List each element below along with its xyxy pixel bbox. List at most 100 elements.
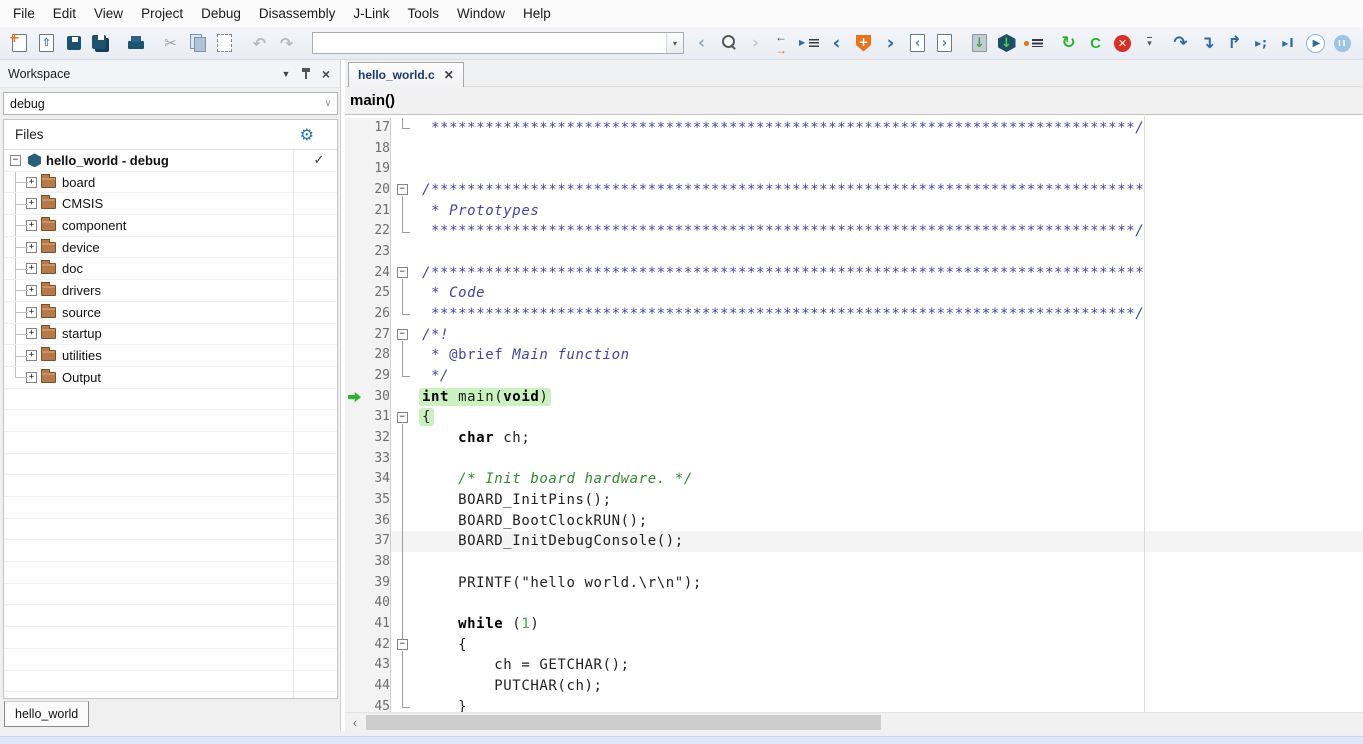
breakpoint-gutter[interactable] bbox=[345, 201, 365, 222]
undo-icon[interactable]: ↶ bbox=[246, 30, 273, 56]
break-icon[interactable]: C bbox=[1082, 30, 1109, 56]
step-over-icon[interactable]: ↷ bbox=[1167, 30, 1194, 56]
step-into-icon[interactable]: ↴ bbox=[1194, 30, 1221, 56]
tree-item-output[interactable]: +Output bbox=[4, 367, 337, 389]
save-icon[interactable] bbox=[60, 30, 87, 56]
fold-collapse-icon[interactable]: − bbox=[397, 184, 408, 195]
navigate-back-icon[interactable]: ‹ bbox=[823, 30, 850, 56]
menu-debug[interactable]: Debug bbox=[192, 0, 250, 27]
document-tab[interactable]: hello_world.c ✕ bbox=[348, 62, 464, 87]
toggle-breakpoint-shield-icon[interactable]: + bbox=[850, 30, 877, 56]
menu-project[interactable]: Project bbox=[132, 0, 192, 27]
open-document-icon[interactable]: ⇧ bbox=[33, 30, 60, 56]
stop-debugging-icon[interactable]: ✕ bbox=[1109, 30, 1136, 56]
tree-item-drivers[interactable]: +drivers bbox=[4, 280, 337, 302]
redo-icon[interactable]: ↷ bbox=[273, 30, 300, 56]
fold-collapse-icon[interactable]: − bbox=[397, 412, 408, 423]
navigate-forward-icon[interactable]: › bbox=[877, 30, 904, 56]
tree-item-device[interactable]: +device bbox=[4, 237, 337, 259]
previous-document-icon[interactable]: ‹ bbox=[904, 30, 931, 56]
menu-tools[interactable]: Tools bbox=[398, 0, 448, 27]
tree-item-utilities[interactable]: +utilities bbox=[4, 345, 337, 367]
configuration-dropdown[interactable]: debug ∨ bbox=[3, 92, 338, 115]
next-statement-icon[interactable]: ▸; bbox=[1248, 30, 1275, 56]
tree-item-project[interactable]: −hello_world - debug✓ bbox=[4, 150, 337, 172]
breakpoint-gutter[interactable] bbox=[345, 469, 365, 490]
chevron-down-icon[interactable]: ▾ bbox=[666, 33, 683, 53]
menu-file[interactable]: File bbox=[4, 0, 44, 27]
paste-icon[interactable] bbox=[211, 30, 238, 56]
gear-icon[interactable]: ⚙ bbox=[300, 125, 337, 144]
breakpoint-gutter[interactable] bbox=[345, 428, 365, 449]
cut-icon[interactable]: ✂ bbox=[157, 30, 184, 56]
print-icon[interactable] bbox=[122, 30, 149, 56]
tree-item-cmsis[interactable]: +CMSIS bbox=[4, 193, 337, 215]
breakpoint-gutter[interactable] bbox=[345, 593, 365, 614]
breakpoint-gutter[interactable] bbox=[345, 263, 365, 284]
fold-marker[interactable]: − bbox=[395, 325, 411, 346]
scrollbar-thumb[interactable] bbox=[366, 715, 881, 730]
search-icon[interactable] bbox=[715, 30, 742, 56]
new-document-icon[interactable]: + bbox=[6, 30, 33, 56]
fold-collapse-icon[interactable]: − bbox=[397, 639, 408, 650]
collapse-box-icon[interactable]: − bbox=[10, 155, 21, 166]
breakpoint-gutter[interactable] bbox=[345, 449, 365, 470]
tree-item-component[interactable]: +component bbox=[4, 215, 337, 237]
download-icon[interactable]: ↓ bbox=[966, 30, 993, 56]
breakpoint-gutter[interactable] bbox=[345, 180, 365, 201]
tree-item-board[interactable]: +board bbox=[4, 172, 337, 194]
breakpoint-gutter[interactable] bbox=[345, 655, 365, 676]
breakpoint-gutter[interactable] bbox=[345, 118, 365, 139]
breakpoint-gutter[interactable] bbox=[345, 325, 365, 346]
toolbar-overflow-button[interactable]: ▾ bbox=[1136, 30, 1163, 56]
fold-marker[interactable]: − bbox=[395, 180, 411, 201]
download-and-debug-icon[interactable]: ↓ bbox=[993, 30, 1020, 56]
copy-icon[interactable] bbox=[184, 30, 211, 56]
breakpoint-gutter[interactable] bbox=[345, 573, 365, 594]
breakpoint-gutter[interactable] bbox=[345, 283, 365, 304]
close-icon[interactable]: × bbox=[316, 64, 336, 84]
menu-view[interactable]: View bbox=[85, 0, 132, 27]
close-icon[interactable]: ✕ bbox=[444, 68, 454, 82]
chevron-down-icon[interactable]: ▼ bbox=[276, 64, 296, 84]
fold-marker[interactable]: − bbox=[395, 263, 411, 284]
breakpoint-gutter[interactable] bbox=[345, 387, 365, 408]
save-all-icon[interactable] bbox=[87, 30, 114, 56]
breakpoint-gutter[interactable] bbox=[345, 242, 365, 263]
breakpoint-gutter[interactable] bbox=[345, 697, 365, 712]
breakpoint-gutter[interactable] bbox=[345, 407, 365, 428]
run-to-cursor-icon[interactable]: ▸I bbox=[1275, 30, 1302, 56]
find-combobox[interactable]: ▾ bbox=[312, 32, 684, 54]
breakpoint-gutter[interactable] bbox=[345, 511, 365, 532]
tree-item-source[interactable]: +source bbox=[4, 302, 337, 324]
workspace-tab-hello-world[interactable]: hello_world bbox=[4, 701, 89, 727]
fold-collapse-icon[interactable]: − bbox=[397, 267, 408, 278]
breakpoint-gutter[interactable] bbox=[345, 635, 365, 656]
tree-item-doc[interactable]: +doc bbox=[4, 258, 337, 280]
menu-disassembly[interactable]: Disassembly bbox=[250, 0, 345, 27]
reset-target-icon[interactable]: ⇤ bbox=[1356, 30, 1363, 56]
debug-options-list-icon[interactable] bbox=[1020, 30, 1047, 56]
breakpoint-gutter[interactable] bbox=[345, 159, 365, 180]
tree-item-startup[interactable]: +startup bbox=[4, 324, 337, 346]
pin-icon[interactable] bbox=[296, 64, 316, 84]
menu-j-link[interactable]: J-Link bbox=[344, 0, 398, 27]
go-icon[interactable]: ▶ bbox=[1302, 30, 1329, 56]
breakpoint-gutter[interactable] bbox=[345, 490, 365, 511]
breakpoint-gutter[interactable] bbox=[345, 221, 365, 242]
fold-collapse-icon[interactable]: − bbox=[397, 329, 408, 340]
menu-help[interactable]: Help bbox=[514, 0, 560, 27]
breakpoint-gutter[interactable] bbox=[345, 366, 365, 387]
swap-arrows-icon[interactable] bbox=[769, 30, 796, 56]
reset-icon[interactable]: ↻ bbox=[1055, 30, 1082, 56]
fold-marker[interactable]: − bbox=[395, 407, 411, 428]
function-navigation-bar[interactable]: main() bbox=[345, 87, 1363, 115]
breakpoint-gutter[interactable] bbox=[345, 304, 365, 325]
menu-edit[interactable]: Edit bbox=[44, 0, 85, 27]
next-document-icon[interactable]: › bbox=[931, 30, 958, 56]
fold-marker[interactable]: − bbox=[395, 635, 411, 656]
code-editor[interactable]: 17 *************************************… bbox=[345, 116, 1363, 712]
find-previous-icon[interactable]: ‹ bbox=[688, 30, 715, 56]
step-out-icon[interactable]: ↱ bbox=[1221, 30, 1248, 56]
breakpoint-gutter[interactable] bbox=[345, 676, 365, 697]
